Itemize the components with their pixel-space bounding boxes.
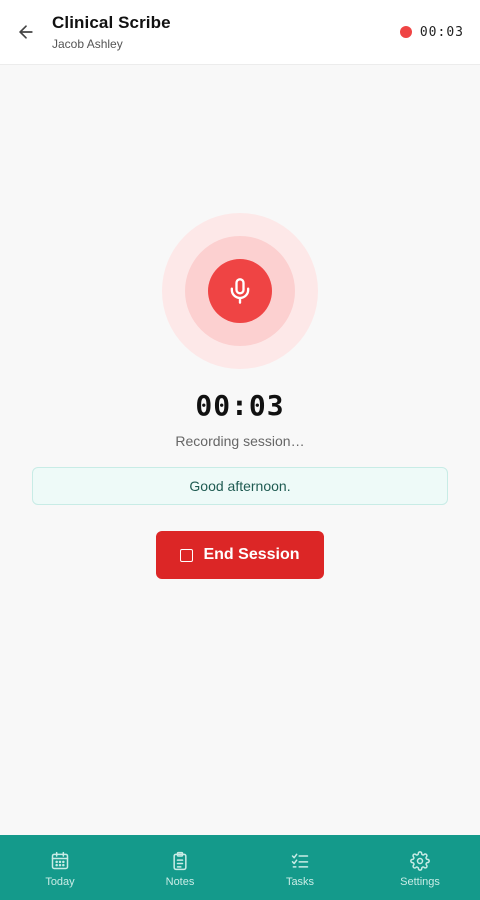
patient-name: Jacob Ashley bbox=[52, 37, 123, 51]
app-header: Clinical Scribe Jacob Ashley 00:03 bbox=[0, 0, 480, 65]
calendar-icon bbox=[51, 851, 69, 870]
live-transcript-box: Good afternoon. bbox=[32, 467, 448, 505]
arrow-left-icon bbox=[19, 25, 33, 39]
header-recording-timer: 00:03 bbox=[419, 24, 464, 40]
gear-icon bbox=[410, 851, 430, 871]
recording-status: Recording session… bbox=[175, 433, 305, 449]
clipboard-icon bbox=[173, 851, 187, 871]
microphone-button[interactable] bbox=[208, 259, 272, 323]
bottom-navigation: Today Notes Tasks Settings bbox=[0, 835, 480, 900]
back-button[interactable] bbox=[14, 20, 38, 44]
recording-dot-icon bbox=[399, 26, 412, 38]
transcript-text: Good afternoon. bbox=[189, 478, 291, 494]
session-timer: 00:03 bbox=[195, 389, 285, 422]
microphone-icon bbox=[230, 278, 250, 304]
nav-item-settings[interactable]: Settings bbox=[360, 835, 480, 900]
title-group: Clinical Scribe Jacob Ashley bbox=[52, 13, 171, 51]
nav-label-tasks: Tasks bbox=[285, 876, 315, 888]
app-title: Clinical Scribe bbox=[52, 13, 171, 32]
stop-icon bbox=[180, 548, 194, 562]
nav-label-notes: Notes bbox=[165, 876, 195, 888]
nav-label-settings: Settings bbox=[400, 876, 440, 888]
checklist-icon bbox=[291, 853, 309, 868]
end-session-label: End Session bbox=[203, 546, 300, 563]
nav-label-today: Today bbox=[45, 876, 75, 888]
nav-item-today[interactable]: Today bbox=[0, 835, 120, 900]
end-session-button[interactable]: End Session bbox=[156, 531, 324, 579]
recording-indicator: 00:03 bbox=[399, 24, 464, 40]
nav-item-notes[interactable]: Notes bbox=[120, 835, 240, 900]
nav-item-tasks[interactable]: Tasks bbox=[240, 835, 360, 900]
